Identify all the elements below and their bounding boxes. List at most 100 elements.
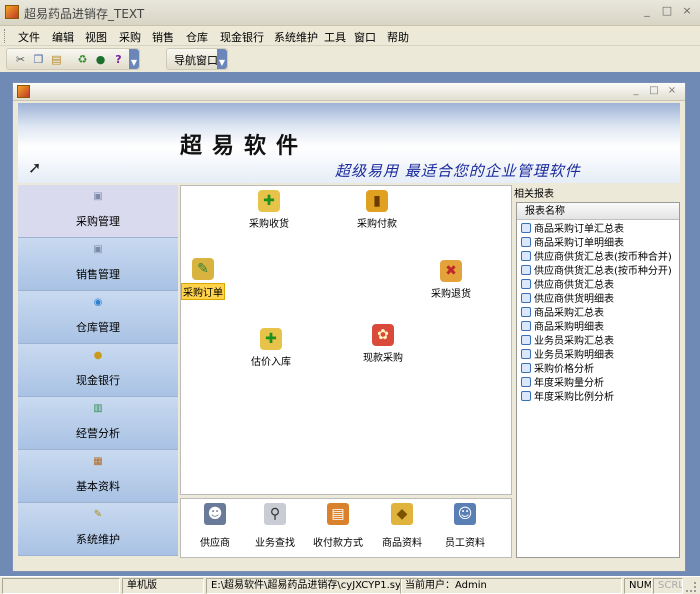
list-item[interactable]: 商品采购订单明细表 [521,237,624,251]
sidebar-item-cash-bank[interactable]: ● 现金银行 [18,344,178,397]
mouse-cursor-icon: ➚ [28,158,42,177]
child-maximize-button[interactable]: □ [647,84,661,98]
title-bar: 超易药品进销存_TEXT _ □ × [0,0,700,26]
window-title: 超易药品进销存_TEXT [24,7,145,21]
status-scroll-lock: SCRL [653,578,683,594]
maintenance-icon: ✎ [93,509,103,520]
help-icon[interactable]: ? [111,52,126,67]
list-item[interactable]: 业务员采购明细表 [521,349,614,363]
list-item[interactable]: 商品采购汇总表 [521,307,604,321]
menu-help[interactable]: 帮助 [387,29,409,45]
purchase-order-button[interactable]: ✎ 采购订单 [181,258,225,300]
product-info-label: 商品资料 [382,538,422,549]
report-icon [521,265,531,275]
sidebar-item-basic-data[interactable]: ▦ 基本资料 [18,450,178,503]
sidebar-item-analysis[interactable]: ▥ 经营分析 [18,397,178,450]
list-item[interactable]: 供应商供货明细表 [521,293,614,307]
report-icon [521,349,531,359]
list-item[interactable]: 商品采购订单汇总表 [521,223,624,237]
report-name: 供应商供货汇总表(按币种分开) [534,266,672,277]
payment-label: 采购付款 [357,219,397,230]
report-icon [521,391,531,401]
list-item[interactable]: 供应商供货汇总表 [521,279,614,293]
sidebar-item-label: 仓库管理 [76,321,120,334]
menu-cash-bank[interactable]: 现金银行 [220,29,264,45]
receive-goods-label: 采购收货 [249,219,289,230]
status-bar: 单机版 E:\超易软件\超易药品进销存\cyJXCYP1.sys 当前用户：Ad… [0,576,700,594]
report-icon [521,237,531,247]
maximize-button[interactable]: □ [660,5,674,19]
globe-icon[interactable]: ● [93,52,108,67]
report-name: 采购价格分析 [534,364,594,375]
menu-sales[interactable]: 销售 [152,29,174,45]
report-name: 供应商供货汇总表(按币种合并) [534,252,672,263]
menu-system-maintenance[interactable]: 系统维护 [274,29,318,45]
report-name-column-header[interactable]: 报表名称 [517,203,679,220]
report-icon [521,321,531,331]
list-item[interactable]: 供应商供货汇总表(按币种分开) [521,265,672,279]
receive-goods-button[interactable]: ✚ 采购收货 [249,190,289,230]
supplier-label: 供应商 [200,538,230,549]
business-search-button[interactable]: ⚲ 业务查找 [245,503,305,549]
receive-goods-icon: ✚ [258,190,280,212]
estimate-stock-button[interactable]: ✚ 估价入库 [251,328,291,368]
estimate-stock-label: 估价入库 [251,357,291,368]
list-item[interactable]: 年度采购量分析 [521,377,604,391]
menu-window[interactable]: 窗口 [354,29,376,45]
sidebar-item-maintenance[interactable]: ✎ 系统维护 [18,503,178,556]
nav-toolbar-overflow-button[interactable]: ▼ [217,49,227,69]
toolbar-navigation: 导航窗口 ▼ [166,48,228,70]
toolbar-overflow-button[interactable]: ▼ [129,49,139,69]
close-button[interactable]: × [680,5,694,19]
resize-grip[interactable] [686,582,696,592]
cash-purchase-button[interactable]: ✿ 现款采购 [363,324,403,364]
child-minimize-button[interactable]: _ [629,84,643,98]
cut-icon[interactable]: ✂ [13,52,28,67]
purchase-return-icon: ✖ [440,260,462,282]
sidebar-item-purchase[interactable]: ▣ 采购管理 [18,185,178,238]
menu-warehouse[interactable]: 仓库 [186,29,208,45]
sidebar-item-sales[interactable]: ▣ 销售管理 [18,238,178,291]
list-item[interactable]: 供应商供货汇总表(按币种合并) [521,251,672,265]
toolbar-standard: ✂ ❐ ▤ ♻ ● ? ▼ [6,48,140,70]
staff-info-button[interactable]: ☺ 员工资料 [435,503,495,549]
child-title-bar: _ □ × [13,83,685,101]
nav-window-button[interactable]: 导航窗口 [174,52,218,68]
supplier-button[interactable]: ☻ 供应商 [185,503,245,549]
cash-icon: ● [93,350,103,361]
business-search-icon: ⚲ [264,503,286,525]
list-item[interactable]: 商品采购明细表 [521,321,604,335]
purchase-return-button[interactable]: ✖ 采购退货 [431,260,471,300]
menu-file[interactable]: 文件 [18,29,40,45]
purchase-order-label: 采购订单 [181,283,225,300]
brand-slogan: 超级易用 最适合您的企业管理软件 [335,162,581,180]
sidebar-item-warehouse[interactable]: ◉ 仓库管理 [18,291,178,344]
report-icon [521,363,531,373]
list-item[interactable]: 年度采购比例分析 [521,391,614,405]
menu-edit[interactable]: 编辑 [52,29,74,45]
sidebar-item-label: 经营分析 [76,427,120,440]
list-item[interactable]: 业务员采购汇总表 [521,335,614,349]
payment-button[interactable]: ▮ 采购付款 [357,190,397,230]
paste-icon[interactable]: ▤ [49,52,64,67]
menu-view[interactable]: 视图 [85,29,107,45]
purchase-workspace: ✚ 采购收货 ▮ 采购付款 ✎ 采购订单 ✖ 采购退货 ✚ 估价入库 ✿ 现款采… [180,185,512,495]
minimize-button[interactable]: _ [640,5,654,19]
main-window: 超易药品进销存_TEXT _ □ × 文件 编辑 视图 采购 销售 仓库 现金银… [0,0,700,594]
toolbar: ✂ ❐ ▤ ♻ ● ? ▼ 导航窗口 ▼ [0,46,700,72]
estimate-stock-icon: ✚ [260,328,282,350]
child-close-button[interactable]: × [665,84,679,98]
payment-method-button[interactable]: ▤ 收付款方式 [308,503,368,549]
product-info-button[interactable]: ◆ 商品资料 [372,503,432,549]
refresh-icon[interactable]: ♻ [75,52,90,67]
report-name: 年度采购比例分析 [534,392,614,403]
business-search-label: 业务查找 [255,538,295,549]
report-icon [521,377,531,387]
menu-grip[interactable] [4,29,7,43]
copy-icon[interactable]: ❐ [31,52,46,67]
menu-tools[interactable]: 工具 [324,29,346,45]
menu-purchase[interactable]: 采购 [119,29,141,45]
module-sidebar: ▣ 采购管理 ▣ 销售管理 ◉ 仓库管理 ● 现金银行 ▥ 经营分析 ▦ 基本资… [18,185,178,556]
status-current-user: 当前用户：Admin [400,578,622,594]
list-item[interactable]: 采购价格分析 [521,363,594,377]
